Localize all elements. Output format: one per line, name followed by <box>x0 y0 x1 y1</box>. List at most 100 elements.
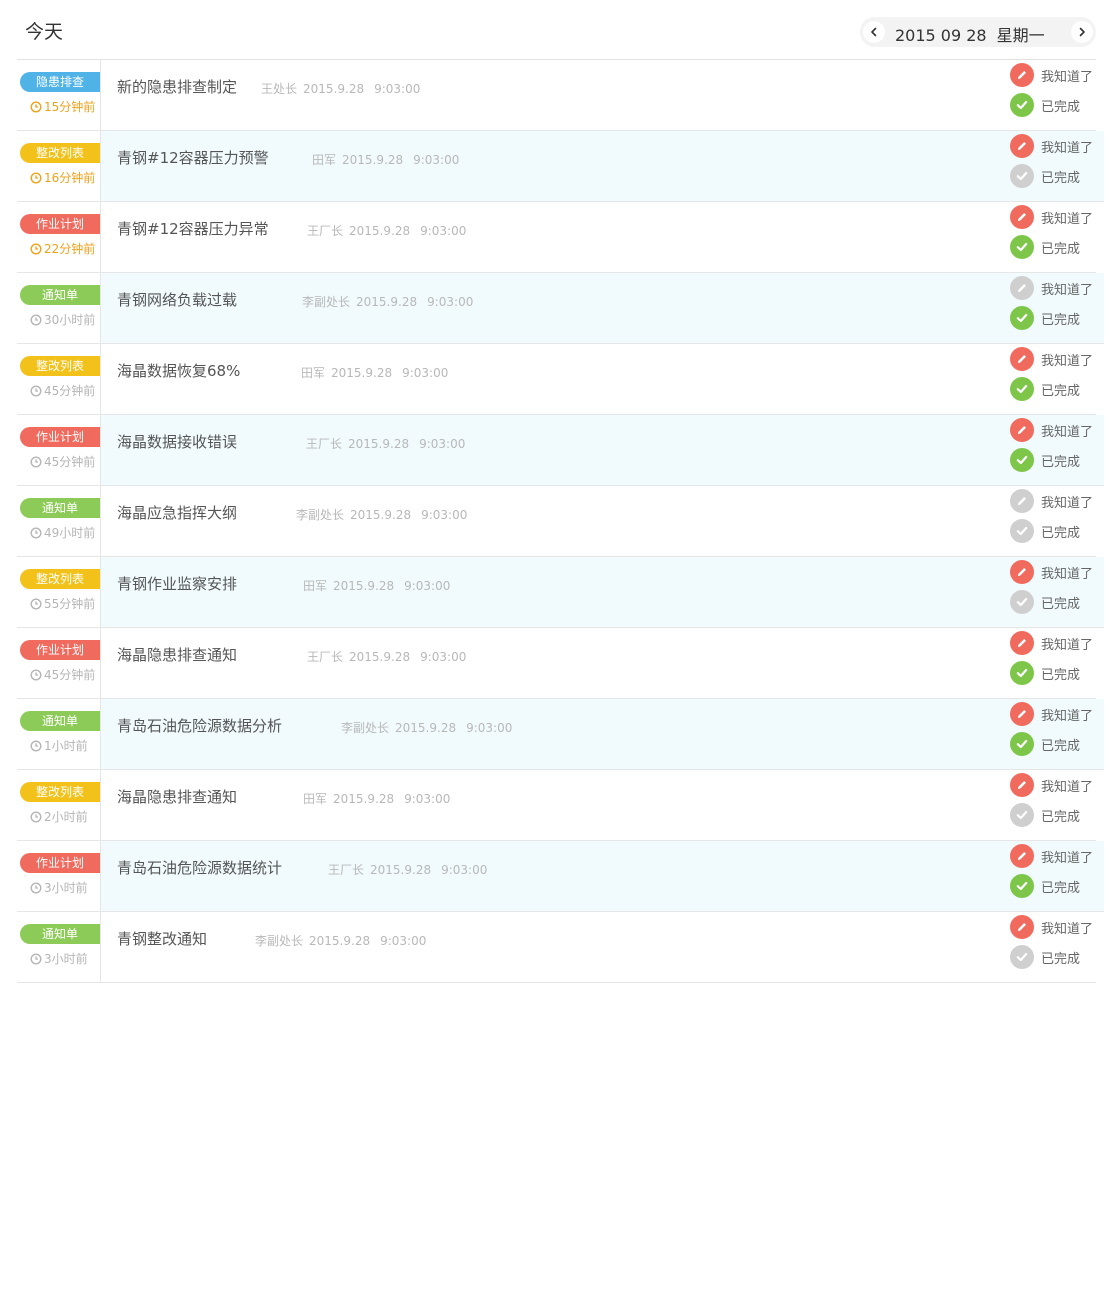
sent-date: 2015.9.28 <box>350 508 412 522</box>
elapsed-time: 30小时前 <box>30 311 95 328</box>
item-sender-info: 李副处长 2015.9.28 9:03:00 <box>296 506 467 523</box>
item-title[interactable]: 青岛石油危险源数据分析 <box>117 715 282 736</box>
acknowledge-button[interactable]: 我知道了 <box>1010 63 1100 87</box>
complete-button[interactable]: 已完成 <box>1010 519 1100 543</box>
acknowledge-button[interactable]: 我知道了 <box>1010 631 1100 655</box>
complete-button[interactable]: 已完成 <box>1010 945 1100 969</box>
complete-button[interactable]: 已完成 <box>1010 874 1100 898</box>
acknowledge-button[interactable]: 我知道了 <box>1010 134 1100 158</box>
sent-date: 2015.9.28 <box>333 792 395 806</box>
task-list: 隐患排查 15分钟前 新的隐患排查制定 王处长 2015.9.28 9:03:00 我知道了… <box>17 59 1104 983</box>
clock-icon <box>30 455 42 468</box>
complete-button[interactable]: 已完成 <box>1010 164 1100 188</box>
item-title[interactable]: 海晶隐患排查通知 <box>117 786 237 807</box>
item-title[interactable]: 新的隐患排查制定 <box>117 76 237 97</box>
previous-day-button[interactable] <box>863 21 885 43</box>
elapsed-time-label: 55分钟前 <box>44 597 96 611</box>
item-actions: 我知道了 已完成 <box>1010 205 1100 265</box>
list-item[interactable]: 作业计划 45分钟前 海晶隐患排查通知 王厂长 2015.9.28 9:03:00 我知道了… <box>17 628 1096 699</box>
check-icon <box>1016 739 1028 749</box>
sender-name: 李副处长 <box>255 934 304 948</box>
acknowledge-label: 我知道了 <box>1041 708 1094 724</box>
sender-name: 李副处长 <box>341 721 390 735</box>
pencil-icon <box>1018 71 1026 79</box>
item-actions: 我知道了 已完成 <box>1010 773 1100 833</box>
complete-button[interactable]: 已完成 <box>1010 448 1100 472</box>
sent-time: 9:03:00 <box>420 650 467 664</box>
list-item[interactable]: 作业计划 3小时前 青岛石油危险源数据统计 王厂长 2015.9.28 9:03:00 我知… <box>17 841 1104 912</box>
clock-icon <box>30 952 42 965</box>
list-item[interactable]: 整改列表 2小时前 海晶隐患排查通知 田军 2015.9.28 9:03:00 我知道了 已完… <box>17 770 1096 841</box>
elapsed-time: 45分钟前 <box>30 382 95 399</box>
clock-icon <box>30 313 42 326</box>
list-item[interactable]: 通知单 30小时前 青钢网络负载过载 李副处长 2015.9.28 9:03:00 我知道了… <box>17 273 1104 344</box>
complete-button[interactable]: 已完成 <box>1010 590 1100 614</box>
acknowledge-button[interactable]: 我知道了 <box>1010 560 1100 584</box>
complete-button[interactable]: 已完成 <box>1010 732 1100 756</box>
item-sender-info: 田军 2015.9.28 9:03:00 <box>312 151 459 168</box>
item-meta-column: 通知单 49小时前 <box>17 486 101 556</box>
item-actions: 我知道了 已完成 <box>1010 489 1100 549</box>
list-item[interactable]: 整改列表 55分钟前 青钢作业监察安排 田军 2015.9.28 9:03:00 我知道了已… <box>17 557 1104 628</box>
acknowledge-label: 我知道了 <box>1041 353 1094 369</box>
acknowledge-icon-badge <box>1010 560 1034 584</box>
pencil-icon <box>1018 284 1026 292</box>
acknowledge-button[interactable]: 我知道了 <box>1010 702 1100 726</box>
item-title[interactable]: 青钢整改通知 <box>117 928 207 949</box>
item-title[interactable]: 海晶隐患排查通知 <box>117 644 237 665</box>
item-actions: 我知道了 已完成 <box>1010 560 1100 620</box>
complete-label: 已完成 <box>1041 667 1081 683</box>
acknowledge-button[interactable]: 我知道了 <box>1010 844 1100 868</box>
complete-button[interactable]: 已完成 <box>1010 661 1100 685</box>
complete-button[interactable]: 已完成 <box>1010 306 1100 330</box>
pencil-icon <box>1018 355 1026 363</box>
date-navigator: 2015 09 28 星期一 <box>860 17 1096 47</box>
sender-name: 王厂长 <box>307 650 344 664</box>
item-title[interactable]: 海晶数据恢复68% <box>117 360 240 381</box>
item-title[interactable]: 青岛石油危险源数据统计 <box>117 857 282 878</box>
acknowledge-button[interactable]: 我知道了 <box>1010 915 1100 939</box>
acknowledge-button[interactable]: 我知道了 <box>1010 773 1100 797</box>
list-item[interactable]: 整改列表 45分钟前 海晶数据恢复68% 田军 2015.9.28 9:03:00 我知道了… <box>17 344 1096 415</box>
item-title[interactable]: 青钢#12容器压力预警 <box>117 147 269 168</box>
category-tag: 作业计划 <box>20 214 100 234</box>
list-item[interactable]: 通知单 3小时前 青钢整改通知 李副处长 2015.9.28 9:03:00 我知道了 已完成 <box>17 912 1096 983</box>
list-item[interactable]: 作业计划 45分钟前 海晶数据接收错误 王厂长 2015.9.28 9:03:00 我知道了… <box>17 415 1104 486</box>
acknowledge-button[interactable]: 我知道了 <box>1010 205 1100 229</box>
list-item[interactable]: 作业计划 22分钟前 青钢#12容器压力异常 王厂长 2015.9.28 9:03:00 我… <box>17 202 1096 273</box>
acknowledge-button[interactable]: 我知道了 <box>1010 347 1100 371</box>
item-title[interactable]: 青钢#12容器压力异常 <box>117 218 269 239</box>
item-title[interactable]: 海晶数据接收错误 <box>117 431 237 452</box>
next-day-button[interactable] <box>1071 21 1093 43</box>
sent-time: 9:03:00 <box>421 508 468 522</box>
item-title[interactable]: 海晶应急指挥大纲 <box>117 502 237 523</box>
sender-name: 李副处长 <box>296 508 345 522</box>
clock-icon <box>30 597 42 610</box>
complete-button[interactable]: 已完成 <box>1010 377 1100 401</box>
date-value: 2015 09 28 <box>895 26 987 45</box>
item-title[interactable]: 青钢作业监察安排 <box>117 573 237 594</box>
current-date: 2015 09 28 星期一 <box>895 22 1045 46</box>
elapsed-time-label: 2小时前 <box>44 810 88 824</box>
sender-name: 李副处长 <box>302 295 351 309</box>
complete-button[interactable]: 已完成 <box>1010 235 1100 259</box>
acknowledge-button[interactable]: 我知道了 <box>1010 418 1100 442</box>
check-icon <box>1016 526 1028 536</box>
check-icon <box>1016 455 1028 465</box>
elapsed-time-label: 30小时前 <box>44 313 96 327</box>
acknowledge-label: 我知道了 <box>1041 850 1094 866</box>
complete-button[interactable]: 已完成 <box>1010 93 1100 117</box>
acknowledge-button[interactable]: 我知道了 <box>1010 276 1100 300</box>
complete-button[interactable]: 已完成 <box>1010 803 1100 827</box>
list-item[interactable]: 隐患排查 15分钟前 新的隐患排查制定 王处长 2015.9.28 9:03:00 我知道了… <box>17 60 1096 131</box>
item-sender-info: 王处长 2015.9.28 9:03:00 <box>261 80 420 97</box>
list-item[interactable]: 通知单 1小时前 青岛石油危险源数据分析 李副处长 2015.9.28 9:03:00 我知… <box>17 699 1104 770</box>
item-meta-column: 作业计划 22分钟前 <box>17 202 101 272</box>
item-sender-info: 李副处长 2015.9.28 9:03:00 <box>341 719 512 736</box>
sent-time: 9:03:00 <box>404 579 451 593</box>
item-title[interactable]: 青钢网络负载过载 <box>117 289 237 310</box>
list-item[interactable]: 整改列表 16分钟前 青钢#12容器压力预警 田军 2015.9.28 9:03:00 我知… <box>17 131 1104 202</box>
acknowledge-button[interactable]: 我知道了 <box>1010 489 1100 513</box>
category-tag: 作业计划 <box>20 853 100 873</box>
list-item[interactable]: 通知单 49小时前 海晶应急指挥大纲 李副处长 2015.9.28 9:03:00 我知道了… <box>17 486 1096 557</box>
